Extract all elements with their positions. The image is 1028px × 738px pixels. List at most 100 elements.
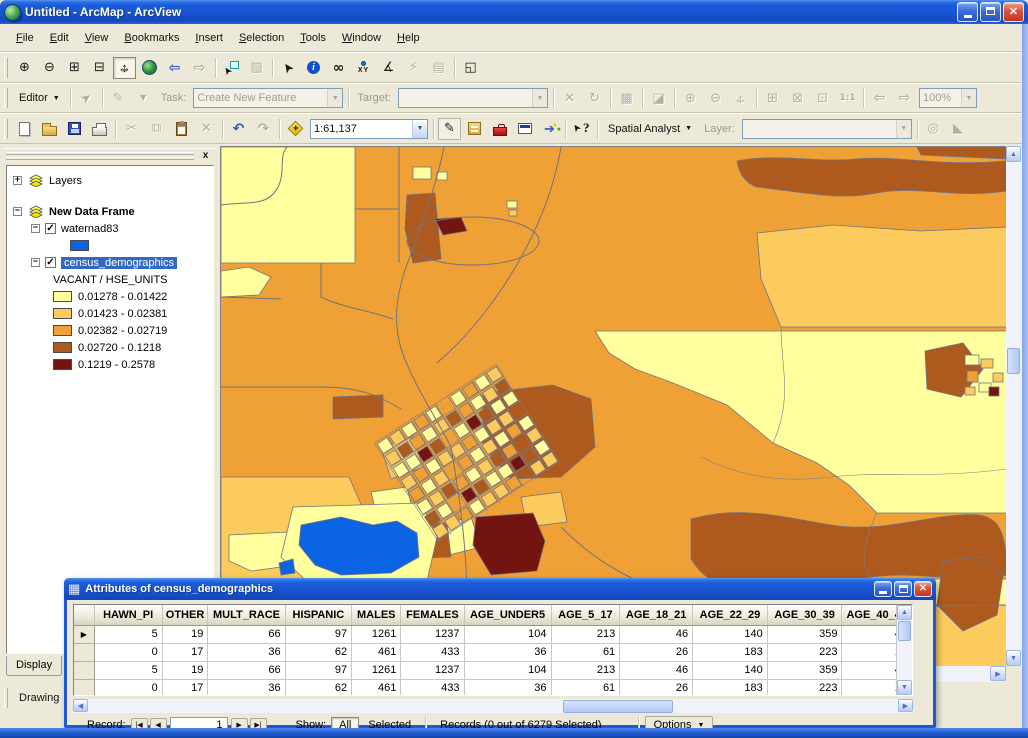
identify-button[interactable]: i (302, 57, 325, 79)
table-horizontal-scrollbar[interactable]: ◀ ▶ (73, 699, 913, 713)
expand-plus-icon[interactable]: + (13, 176, 22, 185)
column-header-other[interactable]: OTHER (162, 605, 208, 625)
target-combo[interactable]: ▼ (398, 88, 548, 108)
close-button[interactable]: ✕ (1003, 2, 1024, 22)
table-row[interactable]: ▶5196697126112371042134614035947 (74, 625, 912, 643)
copy-button[interactable]: ⧉ (145, 118, 168, 140)
attribute-data-grid[interactable]: HAWN_PIOTHERMULT_RACEHISPANICMALESFEMALE… (74, 605, 912, 696)
standard-toolbar-grip[interactable] (4, 119, 8, 139)
find-button[interactable]: ∞ (327, 57, 350, 79)
menu-item-view[interactable]: View (77, 28, 117, 48)
cut-button[interactable]: ✂ (120, 118, 143, 140)
column-header-mult_race[interactable]: MULT_RACE (208, 605, 285, 625)
row-selector-cell[interactable]: ▶ (74, 625, 94, 643)
title-bar[interactable]: Untitled - ArcMap - ArcView ✕ (0, 0, 1028, 24)
redo-button[interactable]: ↷ (252, 118, 275, 140)
attribute-table-window[interactable]: ▦ Attributes of census_demographics ✕ HA… (64, 578, 936, 728)
table-row[interactable]: 5196697126112371042134614035947 (74, 661, 912, 679)
zoom-to-extent-button[interactable]: ⊞ (761, 87, 784, 109)
sketch-tool-dropdown-button[interactable]: ▼ (132, 87, 155, 109)
tree-item-census-layer[interactable]: − ✓ census_demographics (7, 254, 213, 271)
layer-checkbox-checked[interactable]: ✓ (45, 257, 56, 268)
map-scale-combo[interactable]: 1:61,137▼ (310, 119, 428, 139)
water-symbol-swatch[interactable] (70, 240, 89, 251)
column-header-females[interactable]: FEMALES (401, 605, 464, 625)
scroll-up-icon[interactable]: ▲ (897, 605, 912, 620)
attr-minimize-button[interactable] (874, 581, 892, 597)
combo-dropdown-icon[interactable]: ▼ (961, 89, 976, 107)
previous-view-button[interactable]: ⇦ (868, 87, 891, 109)
column-header-hawn_pi[interactable]: HAWN_PI (94, 605, 162, 625)
row-selector-cell[interactable] (74, 643, 94, 661)
vertical-scroll-thumb[interactable] (1007, 348, 1020, 374)
go-to-xy-button[interactable]: XY (352, 57, 375, 79)
tree-item-data-frame[interactable]: − New Data Frame (7, 203, 213, 220)
layer-checkbox-checked[interactable]: ✓ (45, 223, 56, 234)
select-elements-button[interactable]: ➤ (277, 57, 300, 79)
map-vertical-scrollbar[interactable]: ▲ ▼ (1006, 146, 1022, 666)
menu-item-file[interactable]: File (8, 28, 42, 48)
table-row[interactable]: 017366246143336612618322310 (74, 679, 912, 696)
pan-button[interactable]: ↔↕ (113, 57, 136, 79)
attr-maximize-button[interactable] (894, 581, 912, 597)
open-button[interactable] (38, 118, 61, 140)
menu-item-insert[interactable]: Insert (187, 28, 231, 48)
new-map-button[interactable] (13, 118, 36, 140)
column-header-age_22_29[interactable]: AGE_22_29 (693, 605, 768, 625)
measure-button[interactable]: ∡ (377, 57, 400, 79)
scroll-right-icon[interactable]: ▶ (990, 666, 1006, 681)
collapse-minus-icon[interactable]: − (13, 207, 22, 216)
toc-drag-handle[interactable]: x (4, 148, 216, 163)
zoom-in-button[interactable]: ⊕ (13, 57, 36, 79)
column-header-males[interactable]: MALES (352, 605, 401, 625)
column-header-age_5_17[interactable]: AGE_5_17 (551, 605, 620, 625)
fixed-zoom-out-button[interactable]: ⊟ (88, 57, 111, 79)
combo-dropdown-icon[interactable]: ▼ (327, 89, 342, 107)
tree-item-layers[interactable]: + Layers (7, 172, 213, 189)
column-header-hispanic[interactable]: HISPANIC (285, 605, 352, 625)
paste-button[interactable] (170, 118, 193, 140)
row-selector-cell[interactable] (74, 679, 94, 696)
editor-toolbar-grip[interactable] (4, 88, 8, 108)
fixed-zoom-in-button[interactable]: ⊞ (63, 57, 86, 79)
create-contour-button[interactable]: ◎ (922, 118, 945, 140)
attribute-table[interactable]: HAWN_PIOTHERMULT_RACEHISPANICMALESFEMALE… (73, 604, 913, 696)
restore-button[interactable] (980, 2, 1001, 22)
whats-this-help-button[interactable]: ➤? (570, 118, 593, 140)
menu-item-help[interactable]: Help (389, 28, 428, 48)
save-button[interactable] (63, 118, 86, 140)
zoom-out-button[interactable]: ⊖ (38, 57, 61, 79)
minimize-button[interactable] (957, 2, 978, 22)
scroll-right-icon[interactable]: ▶ (898, 699, 913, 712)
editor-toolbar-toggle-button[interactable]: ✎ (438, 118, 461, 140)
zoom-to-selection-button[interactable]: ⊠ (786, 87, 809, 109)
column-header-age_under5[interactable]: AGE_UNDER5 (464, 605, 551, 625)
toolbar-grip[interactable] (4, 688, 8, 708)
go-forward-extent-button[interactable]: ⇨ (188, 57, 211, 79)
table-vertical-scrollbar[interactable]: ▲ ▼ (896, 605, 912, 695)
scroll-down-icon[interactable]: ▼ (897, 680, 912, 695)
toc-close-icon[interactable]: x (198, 149, 213, 163)
go-back-extent-button[interactable]: ⇦ (163, 57, 186, 79)
column-header-age_18_21[interactable]: AGE_18_21 (620, 605, 693, 625)
command-line-window-button[interactable] (513, 118, 536, 140)
magnifier-window-button[interactable]: ◱ (459, 57, 482, 79)
row-selector-cell[interactable] (74, 661, 94, 679)
combo-dropdown-icon[interactable]: ▼ (532, 89, 547, 107)
tools-toolbar-grip[interactable] (4, 58, 8, 78)
collapse-minus-icon[interactable]: − (31, 258, 40, 267)
spatial-analyst-menu-button[interactable]: Spatial Analyst▼ (601, 120, 699, 138)
editor-zoom-in-button[interactable]: ⊕ (679, 87, 702, 109)
add-data-button[interactable] (284, 118, 307, 140)
editor-menu-button[interactable]: Editor▼ (12, 89, 67, 107)
clear-selected-features-button[interactable]: ▨ (245, 57, 268, 79)
zoom-percent-combo[interactable]: 100%▼ (919, 88, 977, 108)
layer-combo[interactable]: ▼ (742, 119, 912, 139)
arctoolbox-button[interactable] (488, 118, 511, 140)
modelbuilder-button[interactable]: ➔ (538, 118, 561, 140)
shaded-relief-button[interactable]: ◣ (947, 118, 970, 140)
combo-dropdown-icon[interactable]: ▼ (412, 120, 427, 138)
menu-item-edit[interactable]: Edit (42, 28, 77, 48)
attribute-window-title-bar[interactable]: ▦ Attributes of census_demographics ✕ (64, 578, 936, 600)
undo-button[interactable]: ↶ (227, 118, 250, 140)
